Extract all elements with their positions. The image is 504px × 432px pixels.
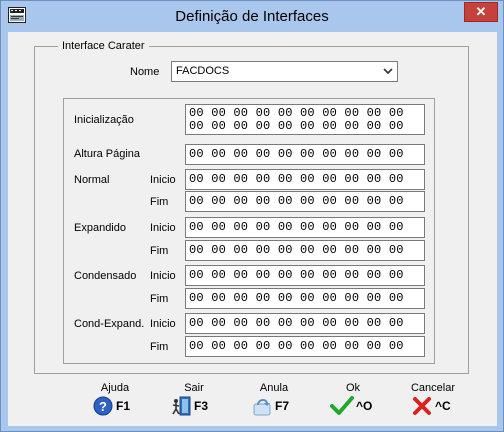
window-title: Definição de Interfaces: [175, 8, 329, 25]
undo-icon: [253, 399, 271, 416]
condensado-inicio-field[interactable]: 00 00 00 00 00 00 00 00 00 00: [185, 265, 425, 286]
normal-inicio-field[interactable]: 00 00 00 00 00 00 00 00 00 00: [185, 169, 425, 190]
condensado-fim-label: Fim: [150, 293, 169, 305]
close-button[interactable]: ✕: [464, 2, 498, 22]
inicializacao-line-2: 00 00 00 00 00 00 00 00 00 00: [189, 119, 404, 133]
chevron-down-icon[interactable]: [381, 62, 395, 81]
help-key: F1: [116, 399, 131, 413]
expandido-inicio-label: Inicio: [150, 222, 176, 234]
normal-fim-label: Fim: [150, 196, 169, 208]
normal-label: Normal: [74, 174, 110, 186]
condensado-label: Condensado: [74, 270, 137, 282]
exit-label: Sair: [184, 382, 204, 394]
undo-label: Anula: [259, 382, 289, 394]
normal-fim-field[interactable]: 00 00 00 00 00 00 00 00 00 00: [185, 191, 425, 212]
altura-label: Altura Página: [74, 148, 141, 160]
group-legend: Interface Carater: [58, 40, 149, 52]
expandido-fim-label: Fim: [150, 245, 169, 257]
help-label: Ajuda: [100, 382, 130, 394]
help-icon: ?: [93, 396, 113, 416]
condexp-inicio-field[interactable]: 00 00 00 00 00 00 00 00 00 00: [185, 313, 425, 334]
cancel-button[interactable]: Cancelar ^C: [403, 382, 463, 422]
nome-select[interactable]: FACDOCS: [171, 61, 398, 82]
ok-button[interactable]: Ok ^O: [323, 382, 383, 422]
cancel-x-icon: [413, 397, 431, 415]
close-icon: ✕: [475, 4, 487, 19]
interface-group: Interface Carater Nome FACDOCS Inicializ…: [34, 40, 469, 374]
exit-door-icon: [172, 396, 191, 416]
expandido-label: Expandido: [74, 222, 126, 234]
inicializacao-field[interactable]: 00 00 00 00 00 00 00 00 00 00 00 00 00 0…: [185, 104, 425, 135]
inicializacao-line-1: 00 00 00 00 00 00 00 00 00 00: [189, 106, 404, 120]
exit-key: F3: [194, 399, 209, 413]
expandido-fim-field[interactable]: 00 00 00 00 00 00 00 00 00 00: [185, 240, 425, 261]
undo-key: F7: [275, 399, 290, 413]
condensado-fim-field[interactable]: 00 00 00 00 00 00 00 00 00 00: [185, 288, 425, 309]
condexp-inicio-label: Inicio: [150, 318, 176, 330]
cancel-key: ^C: [435, 399, 451, 413]
nome-value: FACDOCS: [176, 65, 230, 77]
altura-field[interactable]: 00 00 00 00 00 00 00 00 00 00: [185, 144, 425, 165]
dialog-client-area: Interface Carater Nome FACDOCS Inicializ…: [8, 32, 497, 426]
inicializacao-label: Inicialização: [74, 114, 134, 126]
condexp-fim-field[interactable]: 00 00 00 00 00 00 00 00 00 00: [185, 336, 425, 357]
expandido-inicio-field[interactable]: 00 00 00 00 00 00 00 00 00 00: [185, 217, 425, 238]
undo-button[interactable]: Anula F7: [244, 382, 304, 422]
exit-button[interactable]: Sair F3: [164, 382, 224, 422]
condexp-label: Cond-Expand.: [74, 318, 145, 330]
sequences-panel: Inicialização 00 00 00 00 00 00 00 00 00…: [63, 98, 435, 364]
dialog-window: Definição de Interfaces ✕ Interface Cara…: [0, 0, 504, 432]
ok-key: ^O: [356, 399, 373, 413]
condexp-fim-label: Fim: [150, 341, 169, 353]
check-icon: [330, 396, 354, 415]
normal-inicio-label: Inicio: [150, 174, 176, 186]
condensado-inicio-label: Inicio: [150, 270, 176, 282]
nome-label: Nome: [130, 66, 160, 78]
cancel-label: Cancelar: [410, 382, 456, 394]
title-bar[interactable]: Definição de Interfaces ✕: [1, 1, 503, 32]
help-button[interactable]: Ajuda ? F1: [85, 382, 145, 422]
svg-text:?: ?: [99, 399, 107, 414]
ok-label: Ok: [345, 382, 361, 394]
